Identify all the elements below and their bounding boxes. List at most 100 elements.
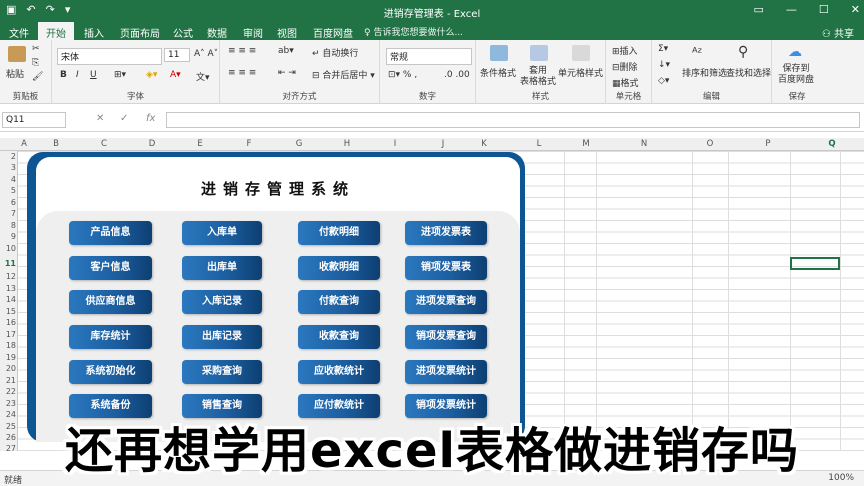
supplier-info-button[interactable]: 供应商信息 xyxy=(69,290,152,314)
font-name-select[interactable]: 宋体 xyxy=(57,48,162,65)
row-header[interactable]: 18 xyxy=(0,341,16,350)
col-header[interactable]: D xyxy=(128,139,176,149)
number-format-select[interactable]: 常规 xyxy=(386,48,472,65)
conditional-format-icon[interactable] xyxy=(490,45,508,61)
fill-icon[interactable]: ↓▾ xyxy=(658,60,670,70)
orientation-icon[interactable]: ab▾ xyxy=(278,46,294,56)
inbound-order-button[interactable]: 入库单 xyxy=(182,221,262,245)
find-select-button[interactable]: 查找和选择 xyxy=(726,66,771,79)
clear-icon[interactable]: ◇▾ xyxy=(658,76,669,86)
underline-button[interactable]: U xyxy=(90,70,97,80)
row-header[interactable]: 19 xyxy=(0,353,16,362)
col-header[interactable]: B xyxy=(32,139,80,149)
save-baidu-button[interactable]: 保存到 百度网盘 xyxy=(778,64,814,86)
font-color-icon[interactable]: A▾ xyxy=(170,70,181,80)
customer-info-button[interactable]: 客户信息 xyxy=(69,256,152,280)
grow-font-icon[interactable]: A˄ A˅ xyxy=(194,49,218,59)
output-invoice-table-button[interactable]: 销项发票表 xyxy=(405,256,487,280)
cell-styles-button[interactable]: 单元格样式 xyxy=(558,66,603,79)
cell-styles-icon[interactable] xyxy=(572,45,590,61)
row-header[interactable]: 5 xyxy=(0,186,16,195)
tab-home[interactable]: 开始 xyxy=(38,22,74,40)
delete-cells-button[interactable]: ⊟删除 xyxy=(612,60,638,73)
format-cells-button[interactable]: ▦格式 xyxy=(612,76,639,89)
input-invoice-table-button[interactable]: 进项发票表 xyxy=(405,221,487,245)
output-invoice-stats-button[interactable]: 销项发票统计 xyxy=(405,394,487,418)
col-header[interactable]: N xyxy=(596,139,692,149)
row-header[interactable]: 10 xyxy=(0,244,16,253)
outbound-record-button[interactable]: 出库记录 xyxy=(182,325,262,349)
tab-review[interactable]: 审阅 xyxy=(243,25,263,40)
col-header-selected[interactable]: Q xyxy=(808,139,856,149)
paste-icon[interactable] xyxy=(8,46,26,62)
wrap-text-button[interactable]: ↵ 自动换行 xyxy=(312,46,358,59)
row-header[interactable]: 20 xyxy=(0,364,16,373)
inbound-record-button[interactable]: 入库记录 xyxy=(182,290,262,314)
conditional-format-button[interactable]: 条件格式 xyxy=(480,66,516,79)
col-header[interactable]: F xyxy=(224,139,274,149)
input-invoice-query-button[interactable]: 进项发票查询 xyxy=(405,290,487,314)
name-box[interactable]: Q11 xyxy=(2,112,66,128)
close-icon[interactable]: ✕ xyxy=(851,3,860,16)
purchase-query-button[interactable]: 采购查询 xyxy=(182,360,262,384)
row-header[interactable]: 8 xyxy=(0,221,16,230)
tab-insert[interactable]: 插入 xyxy=(84,25,104,40)
col-header[interactable]: E xyxy=(176,139,224,149)
tab-formulas[interactable]: 公式 xyxy=(173,25,193,40)
copy-icon[interactable]: ⎘ xyxy=(32,58,39,68)
currency-icon[interactable]: ⊡▾ % , xyxy=(388,70,417,80)
indent-icon[interactable]: ⇤ ⇥ xyxy=(278,68,296,78)
sort-filter-button[interactable]: 排序和筛选 xyxy=(682,66,727,79)
row-header[interactable]: 23 xyxy=(0,399,16,408)
row-header[interactable]: 17 xyxy=(0,330,16,339)
tab-file[interactable]: 文件 xyxy=(9,25,29,40)
maximize-icon[interactable]: ☐ xyxy=(819,3,829,16)
share-button[interactable]: ⚇ 共享 xyxy=(822,25,854,40)
input-invoice-stats-button[interactable]: 进项发票统计 xyxy=(405,360,487,384)
cancel-icon[interactable]: ✕ xyxy=(96,113,104,124)
font-size-select[interactable]: 11 xyxy=(164,48,190,62)
row-header[interactable]: 24 xyxy=(0,410,16,419)
sales-query-button[interactable]: 销售查询 xyxy=(182,394,262,418)
format-painter-icon[interactable]: 🖌 xyxy=(32,72,43,82)
col-header[interactable]: K xyxy=(466,139,502,149)
fill-color-icon[interactable]: ◈▾ xyxy=(146,70,157,80)
selected-cell[interactable] xyxy=(790,257,840,270)
receipt-detail-button[interactable]: 收款明细 xyxy=(298,256,380,280)
formula-input[interactable] xyxy=(166,112,860,128)
product-info-button[interactable]: 产品信息 xyxy=(69,221,152,245)
paste-button[interactable]: 粘贴 xyxy=(6,67,24,80)
tab-view[interactable]: 视图 xyxy=(277,25,297,40)
row-header[interactable]: 4 xyxy=(0,175,16,184)
inventory-stats-button[interactable]: 库存统计 xyxy=(69,325,152,349)
tab-page-layout[interactable]: 页面布局 xyxy=(120,25,160,40)
col-header[interactable]: A xyxy=(20,139,28,149)
row-header[interactable]: 12 xyxy=(0,272,16,281)
minimize-icon[interactable]: — xyxy=(786,3,797,16)
bold-button[interactable]: B xyxy=(60,70,67,80)
sort-filter-icon[interactable]: ᴬᶻ xyxy=(692,46,702,61)
table-format-icon[interactable] xyxy=(530,45,548,61)
tab-baidu[interactable]: 百度网盘 xyxy=(313,25,353,40)
col-header[interactable]: P xyxy=(728,139,808,149)
border-icon[interactable]: ⊞▾ xyxy=(114,70,126,80)
merge-center-button[interactable]: ⊟ 合并后居中 ▾ xyxy=(312,68,375,81)
row-header[interactable]: 16 xyxy=(0,318,16,327)
payable-stats-button[interactable]: 应付款统计 xyxy=(298,394,380,418)
col-header[interactable]: G xyxy=(274,139,324,149)
col-header[interactable]: M xyxy=(576,139,596,149)
payment-query-button[interactable]: 付款查询 xyxy=(298,290,380,314)
italic-button[interactable]: I xyxy=(76,70,79,80)
baidu-cloud-icon[interactable]: ☁ xyxy=(788,44,802,60)
align-left-icon[interactable]: ≡ ≡ ≡ xyxy=(228,68,256,78)
find-icon[interactable]: ⚲ xyxy=(738,44,748,60)
system-init-button[interactable]: 系统初始化 xyxy=(69,360,152,384)
row-header[interactable]: 6 xyxy=(0,198,16,207)
table-format-button[interactable]: 套用 表格格式 xyxy=(520,66,556,88)
row-header[interactable]: 14 xyxy=(0,295,16,304)
row-header[interactable]: 22 xyxy=(0,387,16,396)
row-header[interactable]: 7 xyxy=(0,209,16,218)
row-header-selected[interactable]: 11 xyxy=(0,259,16,268)
receivable-stats-button[interactable]: 应收款统计 xyxy=(298,360,380,384)
col-header[interactable]: L xyxy=(502,139,576,149)
